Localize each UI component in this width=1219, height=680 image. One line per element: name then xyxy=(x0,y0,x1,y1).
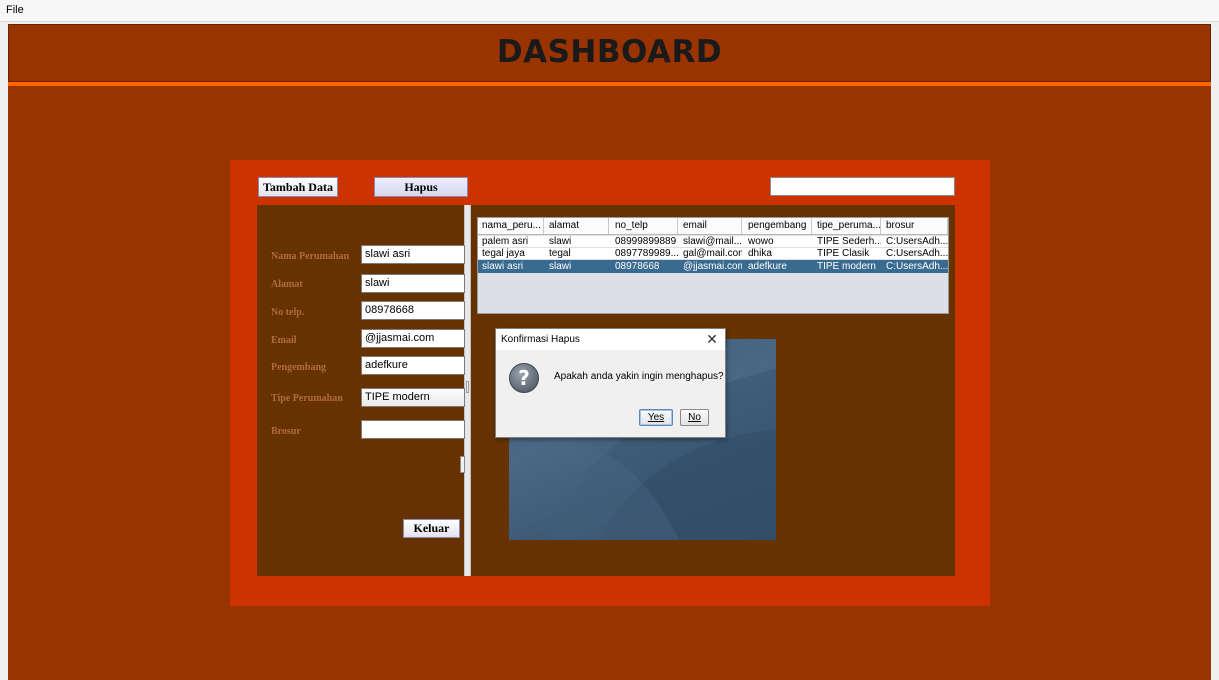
column-header[interactable]: no_telp xyxy=(611,218,678,234)
hapus-button[interactable]: Hapus xyxy=(374,177,468,197)
table-cell: tegal xyxy=(549,248,571,259)
label-email: Email xyxy=(271,335,297,346)
table-cell: TIPE modern xyxy=(817,261,876,272)
table-cell: adefkure xyxy=(748,261,787,272)
email-input[interactable]: @jjasmai.com xyxy=(361,329,465,348)
window-frame-right xyxy=(1211,22,1219,680)
table-cell: palem asri xyxy=(482,236,529,247)
column-header[interactable]: brosur xyxy=(882,218,948,234)
table-header: nama_peru... alamat no_telp email pengem… xyxy=(478,218,948,235)
table-row[interactable]: palem asri slawi 08999899889 slawi@mail.… xyxy=(478,236,948,247)
column-header[interactable]: alamat xyxy=(545,218,609,234)
table-cell: C:UsersAdh... xyxy=(886,261,948,272)
table-cell: C:UsersAdh... xyxy=(886,248,948,259)
split-pane-divider[interactable] xyxy=(464,205,471,576)
confirm-dialog: Konfirmasi Hapus ✕ ? Apakah anda yakin i… xyxy=(495,328,726,438)
dialog-titlebar[interactable]: Konfirmasi Hapus ✕ xyxy=(496,329,725,350)
brosur-input[interactable] xyxy=(361,420,465,439)
table-cell: 08999899889 xyxy=(615,236,677,247)
alamat-input[interactable]: slawi xyxy=(361,274,465,293)
table-cell: gal@mail.com xyxy=(683,248,742,259)
pengembang-input[interactable]: adefkure xyxy=(361,356,465,375)
column-header[interactable]: nama_peru... xyxy=(478,218,544,234)
header-bar: DASHBOARD xyxy=(8,24,1211,82)
table-cell: slawi xyxy=(549,236,572,247)
close-icon[interactable]: ✕ xyxy=(702,331,722,347)
column-header[interactable]: email xyxy=(679,218,742,234)
divider-grip[interactable] xyxy=(466,381,469,393)
table-cell: slawi@mail.... xyxy=(683,236,742,247)
tambah-data-button[interactable]: Tambah Data xyxy=(258,177,338,197)
dialog-message: Apakah anda yakin ingin menghapus? xyxy=(554,371,724,382)
column-header[interactable]: pengembang xyxy=(744,218,812,234)
question-icon: ? xyxy=(509,363,539,393)
data-table: nama_peru... alamat no_telp email pengem… xyxy=(477,217,949,314)
page-title: DASHBOARD xyxy=(496,34,723,70)
table-row[interactable]: tegal jaya tegal 0897789989... gal@mail.… xyxy=(478,248,948,259)
column-header[interactable]: tipe_peruma... xyxy=(813,218,881,234)
table-cell: @jjasmai.com xyxy=(683,261,742,272)
dialog-title: Konfirmasi Hapus xyxy=(501,334,580,345)
label-no-telp: No telp. xyxy=(271,307,305,318)
table-cell: 08978668 xyxy=(615,261,660,272)
table-cell: C:UsersAdh... xyxy=(886,236,948,247)
table-cell: slawi asri xyxy=(482,261,524,272)
table-cell: 0897789989... xyxy=(615,248,678,259)
label-brosur: Brosur xyxy=(271,426,301,437)
window-frame-left xyxy=(0,22,8,680)
search-input[interactable] xyxy=(770,177,955,196)
label-nama-perumahan: Nama Perumahan xyxy=(271,251,350,262)
label-tipe-perumahan: Tipe Perumahan xyxy=(271,393,343,404)
yes-button[interactable]: Yes xyxy=(639,409,673,426)
table-cell: dhika xyxy=(748,248,772,259)
table-cell: wowo xyxy=(748,236,774,247)
table-cell: TIPE Clasik xyxy=(817,248,870,259)
nama-perumahan-input[interactable]: slawi asri xyxy=(361,245,465,264)
keluar-button[interactable]: Keluar xyxy=(403,519,460,538)
no-button[interactable]: No xyxy=(680,409,709,426)
menu-file[interactable]: File xyxy=(6,4,24,16)
table-cell: TIPE Sederh... xyxy=(817,236,881,247)
label-alamat: Alamat xyxy=(271,279,303,290)
no-telp-input[interactable]: 08978668 xyxy=(361,301,465,320)
table-row-selected[interactable]: slawi asri slawi 08978668 @jjasmai.com a… xyxy=(478,260,948,273)
table-cell: tegal jaya xyxy=(482,248,525,259)
label-pengembang: Pengembang xyxy=(271,362,326,373)
menu-bar: File xyxy=(0,0,1219,22)
tipe-perumahan-select[interactable]: TIPE modern xyxy=(361,388,465,407)
brosur-browse-button[interactable] xyxy=(460,456,465,473)
table-cell: slawi xyxy=(549,261,572,272)
